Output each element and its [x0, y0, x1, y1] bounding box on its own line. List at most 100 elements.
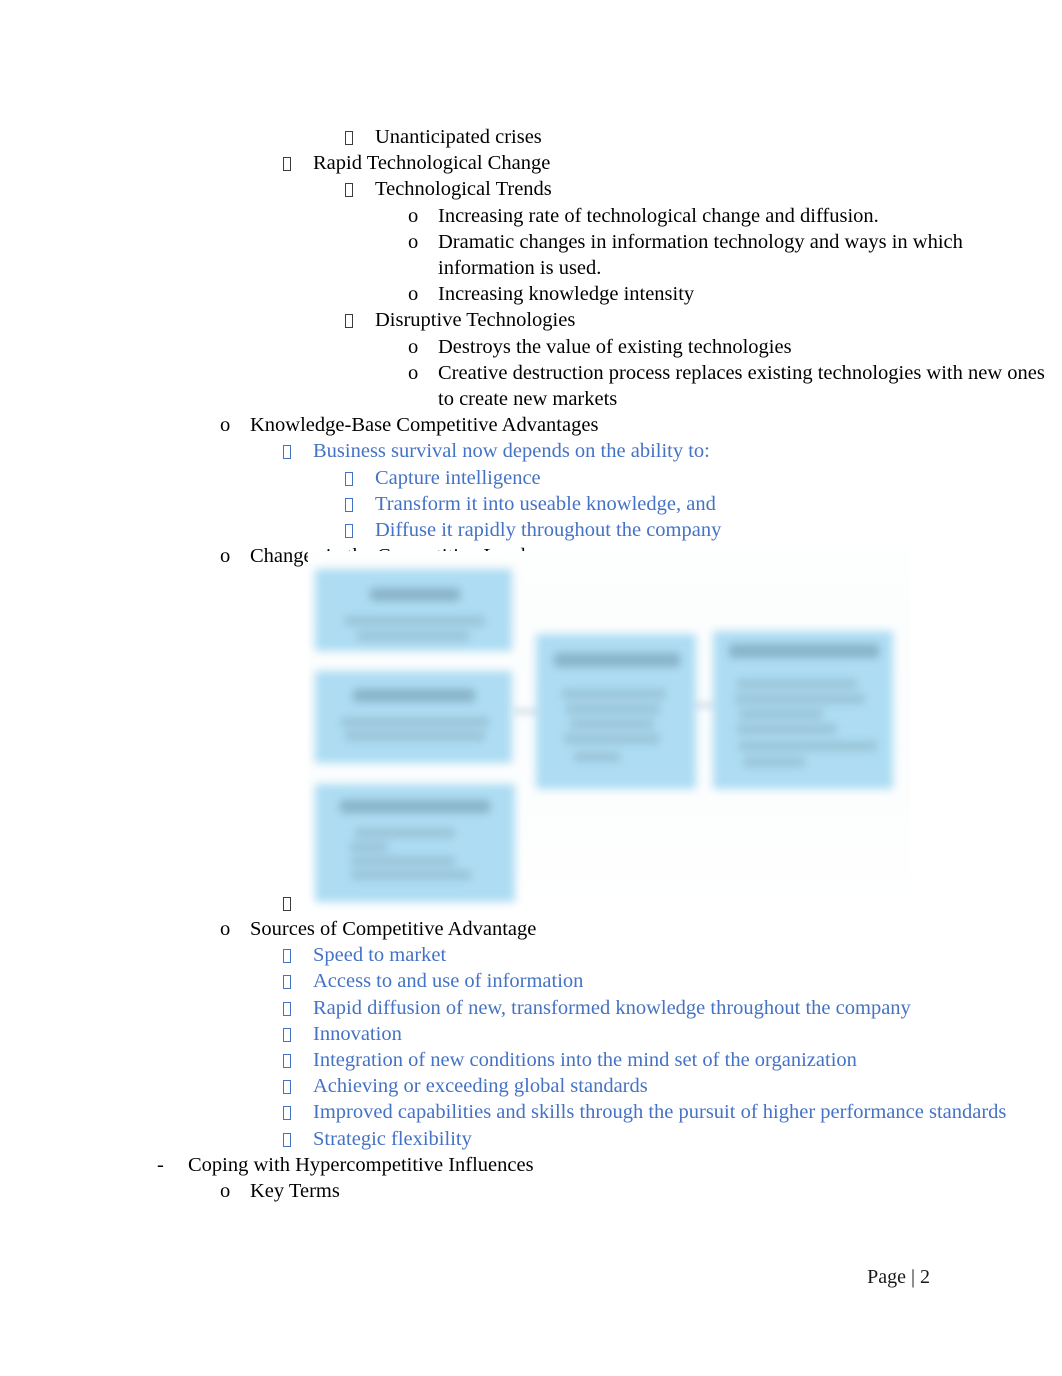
- outline-item-key-terms: o Key Terms: [0, 1178, 1062, 1204]
- bullet-square-icon: [283, 445, 291, 460]
- bullet-dash-icon: -: [157, 1153, 164, 1176]
- outline-item-marker: o: [408, 203, 418, 229]
- bullet-square-icon: [283, 1106, 291, 1121]
- bullet-square-icon: [345, 131, 353, 145]
- outline-item-marker: o: [408, 334, 418, 360]
- outline-item-label: Improved capabilities and skills through…: [313, 1101, 1007, 1124]
- document-page: Unanticipated crises Rapid Technological …: [0, 0, 1062, 1376]
- outline-item-destroys-value: o Destroys the value of existing technolo…: [0, 334, 1062, 360]
- outline-item-label: Destroys the value of existing technolog…: [438, 335, 792, 358]
- outline-item-unanticipated-crises: Unanticipated crises: [0, 124, 1062, 150]
- outline-item-knowledge-base-competitive-advantages: o Knowledge-Base Competitive Advantages: [0, 412, 1062, 438]
- diagram-box-left-middle: [315, 671, 512, 763]
- outline-item-label: Key Terms: [250, 1180, 340, 1203]
- outline-item-marker: [283, 438, 291, 464]
- bullet-o-icon: o: [220, 414, 231, 437]
- bullet-square-icon: [345, 183, 353, 198]
- outline-item-label: Integration of new conditions into the m…: [313, 1049, 857, 1072]
- outline-item-marker: [283, 995, 291, 1021]
- bullet-o-icon: o: [220, 918, 231, 940]
- outline-item-marker: [283, 1099, 291, 1125]
- outline-item-label: [313, 890, 1062, 916]
- outline-item-marker: [283, 968, 291, 994]
- outline-item-marker: [283, 1073, 291, 1099]
- bullet-o-icon: o: [408, 335, 419, 358]
- outline-item-marker: [345, 465, 353, 491]
- bullet-square-icon: [345, 471, 353, 486]
- outline-item-increasing-rate: o Increasing rate of technological change…: [0, 203, 1062, 229]
- outline-item-label: Business survival now depends on the abi…: [313, 440, 710, 463]
- bullet-o-icon: o: [220, 545, 231, 568]
- outline-item-marker: [345, 124, 353, 150]
- bullet-square-icon: [283, 1001, 291, 1016]
- outline-item-disruptive-technologies: Disruptive Technologies: [0, 307, 1062, 333]
- outline-item-label: Knowledge-Base Competitive Advantages: [250, 414, 599, 437]
- bullet-square-icon: [283, 897, 291, 911]
- outline-item-label: Capture intelligence: [375, 466, 541, 489]
- outline-item-sources-of-competitive-advantage: o Sources of Competitive Advantage: [0, 916, 1062, 942]
- outline-item-diagram-anchor: [0, 890, 1062, 916]
- outline-item-coping-hypercompetitive: - Coping with Hypercompetitive Influences: [0, 1152, 1062, 1178]
- diagram-box-left-bottom: [315, 784, 515, 902]
- outline-item-dramatic-changes-it: o Dramatic changes in information technol…: [0, 229, 1062, 281]
- outline-item-marker: [283, 890, 291, 916]
- outline-item-marker: [345, 176, 353, 202]
- bullet-square-icon: [283, 1132, 291, 1147]
- outline-item-label: Creative destruction process replaces ex…: [438, 361, 1045, 411]
- outline-item-innovation: Innovation: [0, 1021, 1062, 1047]
- outline-item-transform-useable-knowledge: Transform it into useable knowledge, and: [0, 491, 1062, 517]
- outline-item-marker: o: [220, 916, 230, 942]
- bullet-o-icon: o: [408, 361, 419, 384]
- outline-item-label: Innovation: [313, 1022, 402, 1045]
- outline-item-label: Disruptive Technologies: [375, 309, 576, 332]
- outline-item-label: Unanticipated crises: [375, 126, 542, 148]
- outline-item-label: Rapid Technological Change: [313, 152, 551, 175]
- outline-item-marker: [345, 307, 353, 333]
- outline-item-label: Diffuse it rapidly throughout the compan…: [375, 519, 722, 542]
- outline-item-marker: [345, 491, 353, 517]
- outline-section-top: Unanticipated crises Rapid Technological …: [0, 124, 1062, 569]
- outline-item-label: Sources of Competitive Advantage: [250, 918, 537, 940]
- page-footer: Page | 2: [867, 1266, 930, 1288]
- outline-item-label: Increasing knowledge intensity: [438, 283, 695, 306]
- diagram-anchor-bullet-row: [0, 890, 1062, 916]
- outline-item-technological-trends: Technological Trends: [0, 176, 1062, 202]
- diagram-box-right: [713, 631, 893, 789]
- bullet-square-icon: [283, 975, 291, 990]
- bullet-o-icon: o: [220, 1180, 231, 1203]
- bullet-square-icon: [283, 157, 291, 172]
- outline-item-improved-capabilities: Improved capabilities and skills through…: [0, 1099, 1062, 1125]
- outline-section-bottom: o Sources of Competitive Advantage Speed t…: [0, 916, 1062, 1204]
- outline-item-marker: [283, 1126, 291, 1152]
- outline-item-marker: o: [220, 543, 230, 569]
- bullet-o-icon: o: [408, 283, 419, 306]
- outline-item-label: Dramatic changes in information technolo…: [438, 230, 963, 280]
- changes-in-the-competitive-landscape-diagram: [300, 549, 910, 914]
- outline-item-marker: [283, 1047, 291, 1073]
- bullet-square-icon: [345, 497, 353, 512]
- outline-item-label: Technological Trends: [375, 178, 552, 201]
- outline-item-integration-new-conditions: Integration of new conditions into the m…: [0, 1047, 1062, 1073]
- outline-item-increasing-knowledge-intensity: o Increasing knowledge intensity: [0, 281, 1062, 307]
- outline-item-marker: o: [408, 281, 418, 307]
- outline-item-business-survival: Business survival now depends on the abi…: [0, 438, 1062, 464]
- outline-item-achieving-global-standards: Achieving or exceeding global standards: [0, 1073, 1062, 1099]
- outline-item-label: Rapid diffusion of new, transformed know…: [313, 996, 911, 1019]
- bullet-square-icon: [283, 949, 291, 964]
- bullet-square-icon: [345, 314, 353, 329]
- outline-item-rapid-diffusion-knowledge: Rapid diffusion of new, transformed know…: [0, 995, 1062, 1021]
- diagram-box-center: [536, 634, 696, 789]
- outline-item-creative-destruction: o Creative destruction process replaces e…: [0, 360, 1062, 412]
- outline-item-marker: [283, 1021, 291, 1047]
- outline-item-label: Achieving or exceeding global standards: [313, 1075, 648, 1098]
- outline-item-capture-intelligence: Capture intelligence: [0, 465, 1062, 491]
- outline-item-marker: [283, 942, 291, 968]
- outline-item-marker: o: [408, 360, 418, 386]
- outline-item-marker: o: [408, 229, 418, 255]
- diagram-box-left-top: [315, 569, 512, 651]
- outline-item-strategic-flexibility: Strategic flexibility: [0, 1126, 1062, 1152]
- outline-item-label: Speed to market: [313, 944, 447, 967]
- outline-item-marker: o: [220, 412, 230, 438]
- outline-item-diffuse-rapidly: Diffuse it rapidly throughout the compan…: [0, 517, 1062, 543]
- outline-item-speed-to-market: Speed to market: [0, 942, 1062, 968]
